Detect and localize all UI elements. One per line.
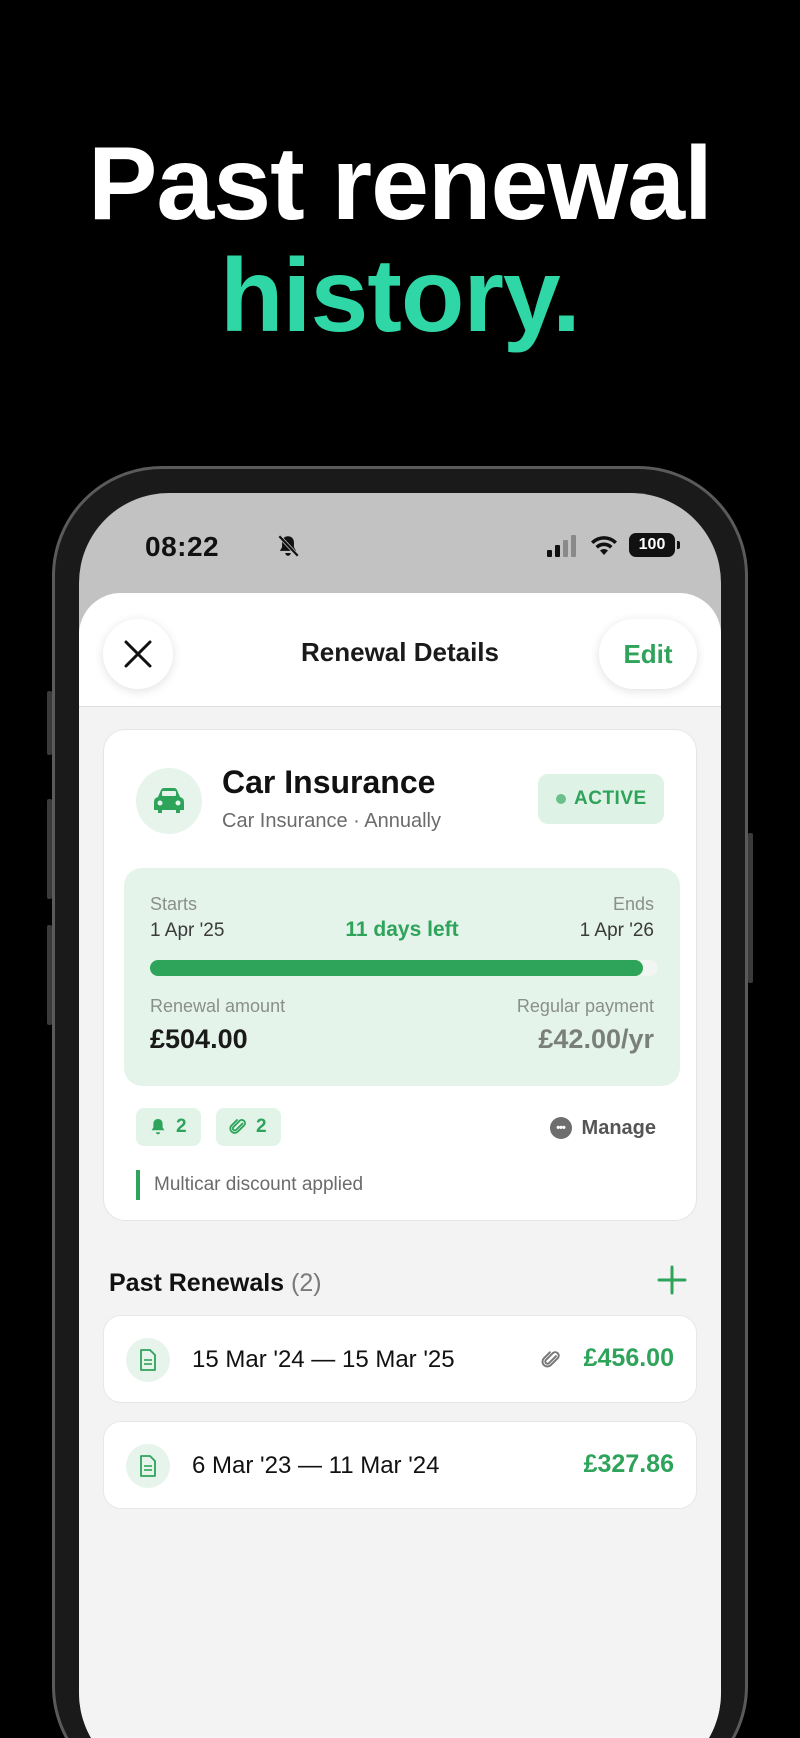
renewal-amount: £504.00 bbox=[150, 1024, 248, 1054]
regular-payment-label: Regular payment bbox=[516, 996, 654, 1016]
status-badge-label: ACTIVE bbox=[574, 788, 647, 809]
add-renewal-button[interactable] bbox=[655, 1263, 689, 1297]
term-progress-bar bbox=[150, 960, 658, 976]
phone-mute-switch bbox=[47, 691, 52, 755]
term-progress-fill bbox=[150, 960, 643, 976]
status-badge: ACTIVE bbox=[538, 774, 664, 824]
days-left: 11 days left bbox=[345, 918, 459, 941]
status-time: 08:22 bbox=[145, 531, 220, 562]
policy-title: Car Insurance bbox=[222, 764, 436, 800]
phone-volume-up bbox=[47, 799, 52, 899]
phone-power-button bbox=[748, 833, 753, 983]
battery-icon: 100 bbox=[629, 533, 680, 557]
attachments-count: 2 bbox=[256, 1116, 267, 1137]
status-bar: 08:22 100 bbox=[79, 493, 721, 593]
more-icon bbox=[549, 1110, 572, 1146]
policy-subtitle: Car Insurance · Annually bbox=[222, 810, 442, 832]
bell-icon bbox=[151, 1119, 165, 1135]
document-icon bbox=[140, 1349, 156, 1371]
headline-line-1: Past renewal bbox=[88, 126, 713, 242]
paperclip-icon bbox=[229, 1119, 246, 1134]
status-dot bbox=[556, 794, 566, 804]
term-summary: Starts 1 Apr '25 Ends 1 Apr '26 11 days … bbox=[124, 868, 680, 1086]
policy-card: Car Insurance Car Insurance · Annually A… bbox=[103, 729, 697, 1221]
policy-note: Multicar discount applied bbox=[136, 1170, 363, 1200]
renewal-amount-label: Renewal amount bbox=[150, 996, 286, 1016]
past-renewals-header: Past Renewals (2) bbox=[109, 1269, 322, 1298]
manage-button[interactable]: Manage bbox=[549, 1110, 656, 1146]
nav-bar: Renewal Details Edit bbox=[79, 593, 721, 707]
ends-label: Ends bbox=[612, 894, 654, 914]
renewal-details-sheet: Renewal Details Edit Car Insurance Car I… bbox=[79, 593, 721, 1738]
document-icon-badge bbox=[126, 1338, 170, 1382]
phone-frame: 08:22 100 Renewal Details Edit Car Insur… bbox=[47, 466, 753, 1738]
document-icon bbox=[140, 1455, 156, 1477]
attachments-pill[interactable]: 2 bbox=[216, 1108, 281, 1146]
paperclip-icon bbox=[541, 1351, 560, 1368]
past-renewal-row[interactable]: 6 Mar '23 — 11 Mar '24 £327.86 bbox=[103, 1421, 697, 1509]
reminders-pill[interactable]: 2 bbox=[136, 1108, 201, 1146]
past-renewal-period: 15 Mar '24 — 15 Mar '25 bbox=[192, 1346, 455, 1373]
wifi-icon bbox=[591, 536, 617, 555]
document-icon-badge bbox=[126, 1444, 170, 1488]
past-renewal-amount: £327.86 bbox=[583, 1450, 674, 1478]
bell-off-icon bbox=[277, 534, 300, 558]
past-renewal-row[interactable]: 15 Mar '24 — 15 Mar '25 £456.00 bbox=[103, 1315, 697, 1403]
edit-button[interactable]: Edit bbox=[599, 619, 697, 689]
car-avatar bbox=[136, 768, 202, 834]
regular-payment: £42.00/yr bbox=[538, 1024, 654, 1054]
manage-label: Manage bbox=[581, 1117, 656, 1139]
headline: Past renewal history. bbox=[0, 128, 800, 352]
starts-label: Starts bbox=[150, 894, 198, 914]
phone-screen: 08:22 100 Renewal Details Edit Car Insur… bbox=[79, 493, 721, 1738]
signal-icon bbox=[547, 535, 576, 557]
past-renewals-title: Past Renewals bbox=[109, 1269, 285, 1297]
past-renewals-count: (2) bbox=[291, 1269, 322, 1297]
car-icon bbox=[154, 788, 184, 813]
past-renewal-period: 6 Mar '23 — 11 Mar '24 bbox=[192, 1452, 440, 1479]
reminders-count: 2 bbox=[176, 1116, 187, 1137]
headline-line-2: history. bbox=[220, 238, 581, 354]
past-renewal-amount: £456.00 bbox=[583, 1344, 674, 1372]
phone-volume-down bbox=[47, 925, 52, 1025]
